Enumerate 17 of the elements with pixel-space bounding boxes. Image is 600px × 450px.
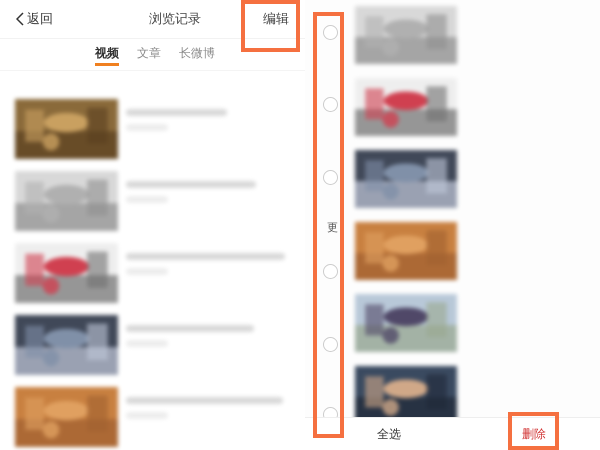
select-all-button[interactable]: 全选 [377, 426, 401, 442]
edit-button[interactable]: 编辑 [257, 6, 295, 32]
radio-button[interactable] [323, 25, 338, 40]
tab[interactable]: 文章 [137, 44, 161, 66]
highlight-frame [508, 412, 559, 450]
page-title: 浏览记录 [149, 11, 201, 28]
back-button[interactable]: 返回 [16, 10, 53, 28]
delete-button[interactable]: 删除 [522, 426, 546, 442]
back-chevron-icon [16, 12, 24, 26]
highlight-frame [241, 0, 300, 52]
radio-button[interactable] [323, 337, 338, 352]
tab[interactable]: 长微博 [179, 44, 215, 66]
radio-button[interactable] [323, 170, 338, 185]
radio-button[interactable] [323, 264, 338, 279]
tab[interactable]: 视频 [95, 44, 119, 66]
more-label: 更 [327, 220, 338, 235]
radio-button[interactable] [323, 97, 338, 112]
